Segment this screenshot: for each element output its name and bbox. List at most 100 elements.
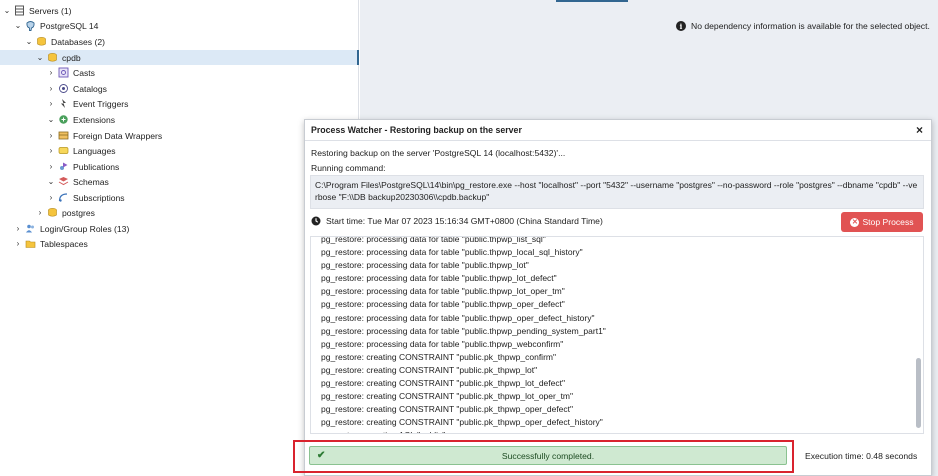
success-text: Successfully completed.	[501, 450, 595, 461]
tree-item-label: postgres	[62, 207, 95, 218]
subscriptions-icon	[58, 192, 69, 203]
chevron-right-icon[interactable]: ›	[46, 146, 56, 156]
tree-item-extensions[interactable]: ⌄ Extensions	[0, 112, 115, 127]
tree-item-event-triggers[interactable]: › Event Triggers	[0, 96, 129, 111]
extensions-icon	[58, 114, 69, 125]
tree-item-label: Login/Group Roles (13)	[40, 223, 130, 234]
chevron-down-icon[interactable]: ⌄	[46, 115, 56, 125]
chevron-down-icon[interactable]: ⌄	[2, 6, 12, 16]
tree-item-languages[interactable]: › Languages	[0, 143, 116, 158]
restoring-status-text: Restoring backup on the server 'PostgreS…	[311, 148, 566, 158]
tree-item-tablespaces[interactable]: › Tablespaces	[0, 236, 88, 251]
process-watcher-dialog: Process Watcher - Restoring backup on th…	[304, 119, 932, 476]
schemas-icon	[58, 176, 69, 187]
tree-item-label: Languages	[73, 145, 116, 156]
tree-item-casts[interactable]: › Casts	[0, 65, 95, 80]
tree-item-postgres[interactable]: › postgres	[0, 205, 95, 220]
tree-item-label: Schemas	[73, 176, 109, 187]
postgres-elephant-icon	[25, 20, 36, 31]
tablespaces-icon	[25, 238, 36, 249]
command-text-box: C:\Program Files\PostgreSQL\14\bin\pg_re…	[310, 175, 924, 209]
log-line: pg_restore: creating CONSTRAINT "public.…	[321, 391, 574, 402]
casts-icon	[58, 67, 69, 78]
execution-time-text: Execution time: 0.48 seconds	[805, 451, 918, 461]
tree-item-label: PostgreSQL 14	[40, 20, 99, 31]
log-line: pg_restore: processing data for table "p…	[321, 236, 546, 244]
tree-item-catalogs[interactable]: › Catalogs	[0, 81, 107, 96]
server-group-icon	[14, 5, 25, 16]
tree-item-label: Extensions	[73, 114, 116, 125]
dialog-title: Process Watcher - Restoring backup on th…	[311, 125, 522, 135]
tree-item-schemas[interactable]: ⌄ Schemas	[0, 174, 109, 189]
foreign-data-wrappers-icon	[58, 130, 69, 141]
stop-process-button[interactable]: ✕ Stop Process	[841, 212, 923, 232]
login-roles-icon	[25, 223, 36, 234]
chevron-right-icon[interactable]: ›	[46, 99, 56, 109]
log-line: pg_restore: creating CONSTRAINT "public.…	[321, 417, 603, 428]
stop-process-label: Stop Process	[862, 217, 914, 227]
dialog-header: Process Watcher - Restoring backup on th…	[305, 120, 931, 141]
tree-item-foreign-data-wrappers[interactable]: › Foreign Data Wrappers	[0, 128, 163, 143]
tree-item-servers-1[interactable]: ⌄ Servers (1)	[0, 3, 72, 18]
chevron-right-icon[interactable]: ›	[13, 239, 23, 249]
database-icon	[47, 207, 58, 218]
log-line: pg_restore: processing data for table "p…	[321, 247, 583, 258]
chevron-right-icon[interactable]: ›	[46, 162, 56, 172]
tree-item-label: Foreign Data Wrappers	[73, 130, 163, 141]
tree-item-login-group-roles-13[interactable]: › Login/Group Roles (13)	[0, 221, 130, 236]
log-line: pg_restore: processing data for table "p…	[321, 325, 606, 336]
tree-item-postgresql-14[interactable]: ⌄ PostgreSQL 14	[0, 18, 98, 33]
tree-item-databases-2[interactable]: ⌄ Databases (2)	[0, 34, 105, 49]
tree-item-cpdb[interactable]: ⌄ cpdb	[0, 50, 359, 65]
publications-icon	[58, 161, 69, 172]
tree-item-label: Databases (2)	[51, 36, 105, 47]
running-command-label: Running command:	[311, 163, 386, 173]
tree-item-label: Event Triggers	[73, 98, 129, 109]
log-line: pg_restore: creating CONSTRAINT "public.…	[321, 364, 538, 375]
stop-icon: ✕	[850, 217, 860, 227]
tree-item-label: Catalogs	[73, 83, 107, 94]
chevron-down-icon[interactable]: ⌄	[24, 37, 34, 47]
log-lines-container: pg_restore: processing data for table "p…	[321, 236, 606, 433]
start-time-row: Start time: Tue Mar 07 2023 15:16:34 GMT…	[311, 216, 603, 226]
tree-item-subscriptions[interactable]: › Subscriptions	[0, 190, 125, 205]
process-log-panel[interactable]: pg_restore: processing data for table "p…	[310, 236, 924, 434]
dependency-info-message: i No dependency information is available…	[676, 21, 930, 31]
tree-item-publications[interactable]: › Publications	[0, 159, 120, 174]
tree-item-label: Publications	[73, 161, 120, 172]
log-line: pg_restore: processing data for table "p…	[321, 299, 565, 310]
event-triggers-icon	[58, 98, 69, 109]
dependency-info-text: No dependency information is available f…	[691, 21, 930, 31]
log-scrollbar-thumb[interactable]	[916, 358, 921, 428]
log-line: pg_restore: processing data for table "p…	[321, 260, 529, 271]
close-icon[interactable]: ×	[916, 124, 923, 136]
chevron-right-icon[interactable]: ›	[46, 193, 56, 203]
chevron-right-icon[interactable]: ›	[46, 131, 56, 141]
tree-item-label: Servers (1)	[29, 5, 72, 16]
chevron-down-icon[interactable]: ⌄	[35, 53, 45, 63]
log-line: pg_restore: creating CONSTRAINT "public.…	[321, 404, 574, 415]
log-line: pg_restore: processing data for table "p…	[321, 338, 564, 349]
checkmark-icon: ✔	[317, 450, 326, 461]
chevron-right-icon[interactable]: ›	[13, 224, 23, 234]
chevron-right-icon[interactable]: ›	[35, 208, 45, 218]
log-line: pg_restore: processing data for table "p…	[321, 286, 565, 297]
log-line: pg_restore: processing data for table "p…	[321, 312, 595, 323]
chevron-right-icon[interactable]: ›	[46, 84, 56, 94]
tree-item-label: Tablespaces	[40, 238, 88, 249]
chevron-down-icon[interactable]: ⌄	[13, 21, 23, 31]
database-icon	[47, 52, 58, 63]
success-status-bar: ✔ Successfully completed.	[309, 446, 787, 465]
info-icon: i	[676, 21, 686, 31]
chevron-right-icon[interactable]: ›	[46, 68, 56, 78]
log-line: pg_restore: creating CONSTRAINT "public.…	[321, 351, 557, 362]
start-time-text: Start time: Tue Mar 07 2023 15:16:34 GMT…	[326, 216, 603, 226]
catalogs-icon	[58, 83, 69, 94]
chevron-down-icon[interactable]: ⌄	[46, 177, 56, 187]
tree-item-label: Casts	[73, 67, 95, 78]
databases-icon	[36, 36, 47, 47]
active-tab-indicator	[556, 0, 628, 2]
clock-icon	[311, 216, 321, 226]
tree-item-label: cpdb	[62, 52, 81, 63]
log-line: pg_restore: creating CONSTRAINT "public.…	[321, 378, 565, 389]
